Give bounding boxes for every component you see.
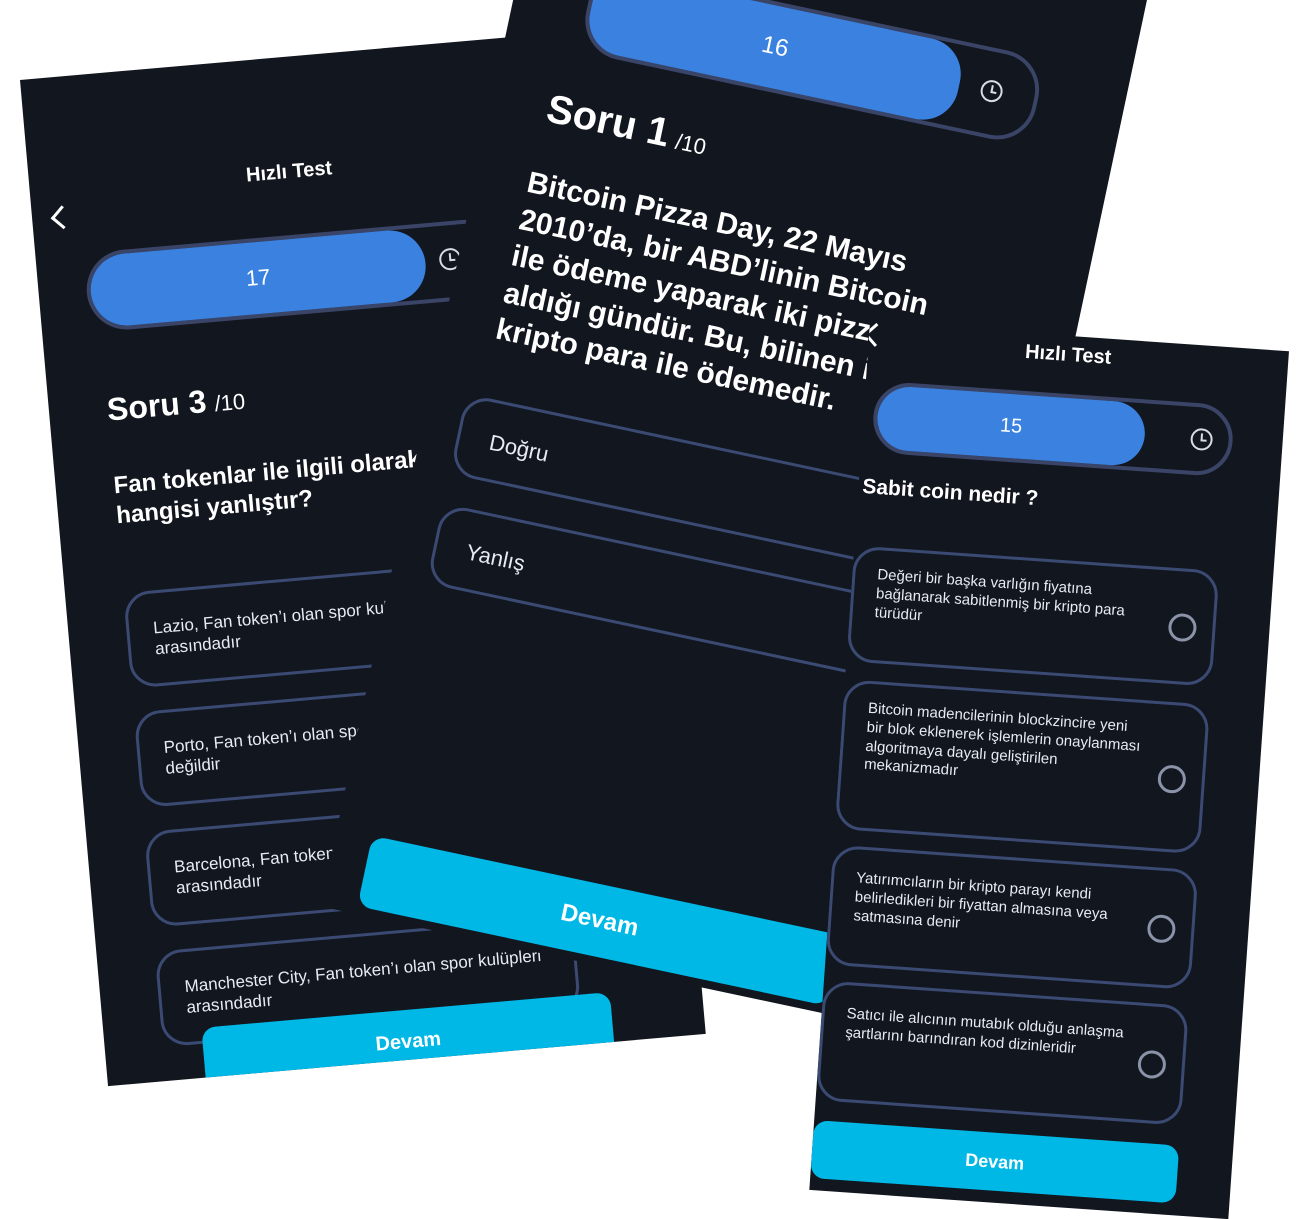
back-arrow-icon[interactable] [50,205,75,230]
continue-button[interactable]: Devam [810,1120,1180,1204]
question-label: Soru 3 [105,383,208,428]
answer-option-2[interactable]: Bitcoin madencilerinin blockzincire yeni… [834,679,1211,855]
answer-option-1[interactable]: Değeri bir başka varlığın fiyatına bağla… [846,545,1220,687]
timer-value: 15 [999,413,1023,438]
question-total: /10 [213,388,247,417]
timer-value: 16 [759,30,792,63]
answer-text: Satıcı ile alıcının mutabık olduğu anlaş… [844,1005,1125,1057]
answer-text: Bitcoin madencilerinin blockzincire yeni… [863,699,1141,780]
question-text: Fan tokenlar ile ilgili olarak hangisi y… [112,445,422,530]
question-number: Soru 3/10 [105,380,246,429]
answer-option-4[interactable]: Satıcı ile alıcının mutabık olduğu anlaş… [815,980,1190,1126]
timer-bar: 15 [870,380,1236,478]
answer-text: Yatırımcıların bir kripto parayı kendi b… [852,869,1109,932]
question-total: /10 [673,128,709,160]
question-text: Sabit coin nedir ? [861,474,1040,511]
answer-text: Değeri bir başka varlığın fiyatına bağla… [874,566,1126,624]
answer-option-3[interactable]: Yatırımcıların bir kripto parayı kendi b… [825,844,1199,990]
radio-button[interactable] [1167,612,1198,643]
answer-text: Yanlış [463,539,528,577]
question-number: Soru 1/10 [543,87,712,165]
timer-progress: 15 [875,384,1147,468]
answer-text: Doğru [487,429,551,467]
header-title: Hızlı Test [1024,340,1113,369]
timer-value: 17 [244,263,272,292]
radio-button[interactable] [1136,1049,1167,1080]
clock-icon [978,78,1005,105]
timer-progress: 17 [87,227,429,329]
clock-icon [1189,427,1214,452]
quiz-screen-right: Hızlı Test 15 Sabit coin nedir ? Değeri … [809,322,1289,1219]
radio-button[interactable] [1146,913,1177,944]
radio-button[interactable] [1156,764,1187,795]
question-label: Soru 1 [542,86,674,156]
